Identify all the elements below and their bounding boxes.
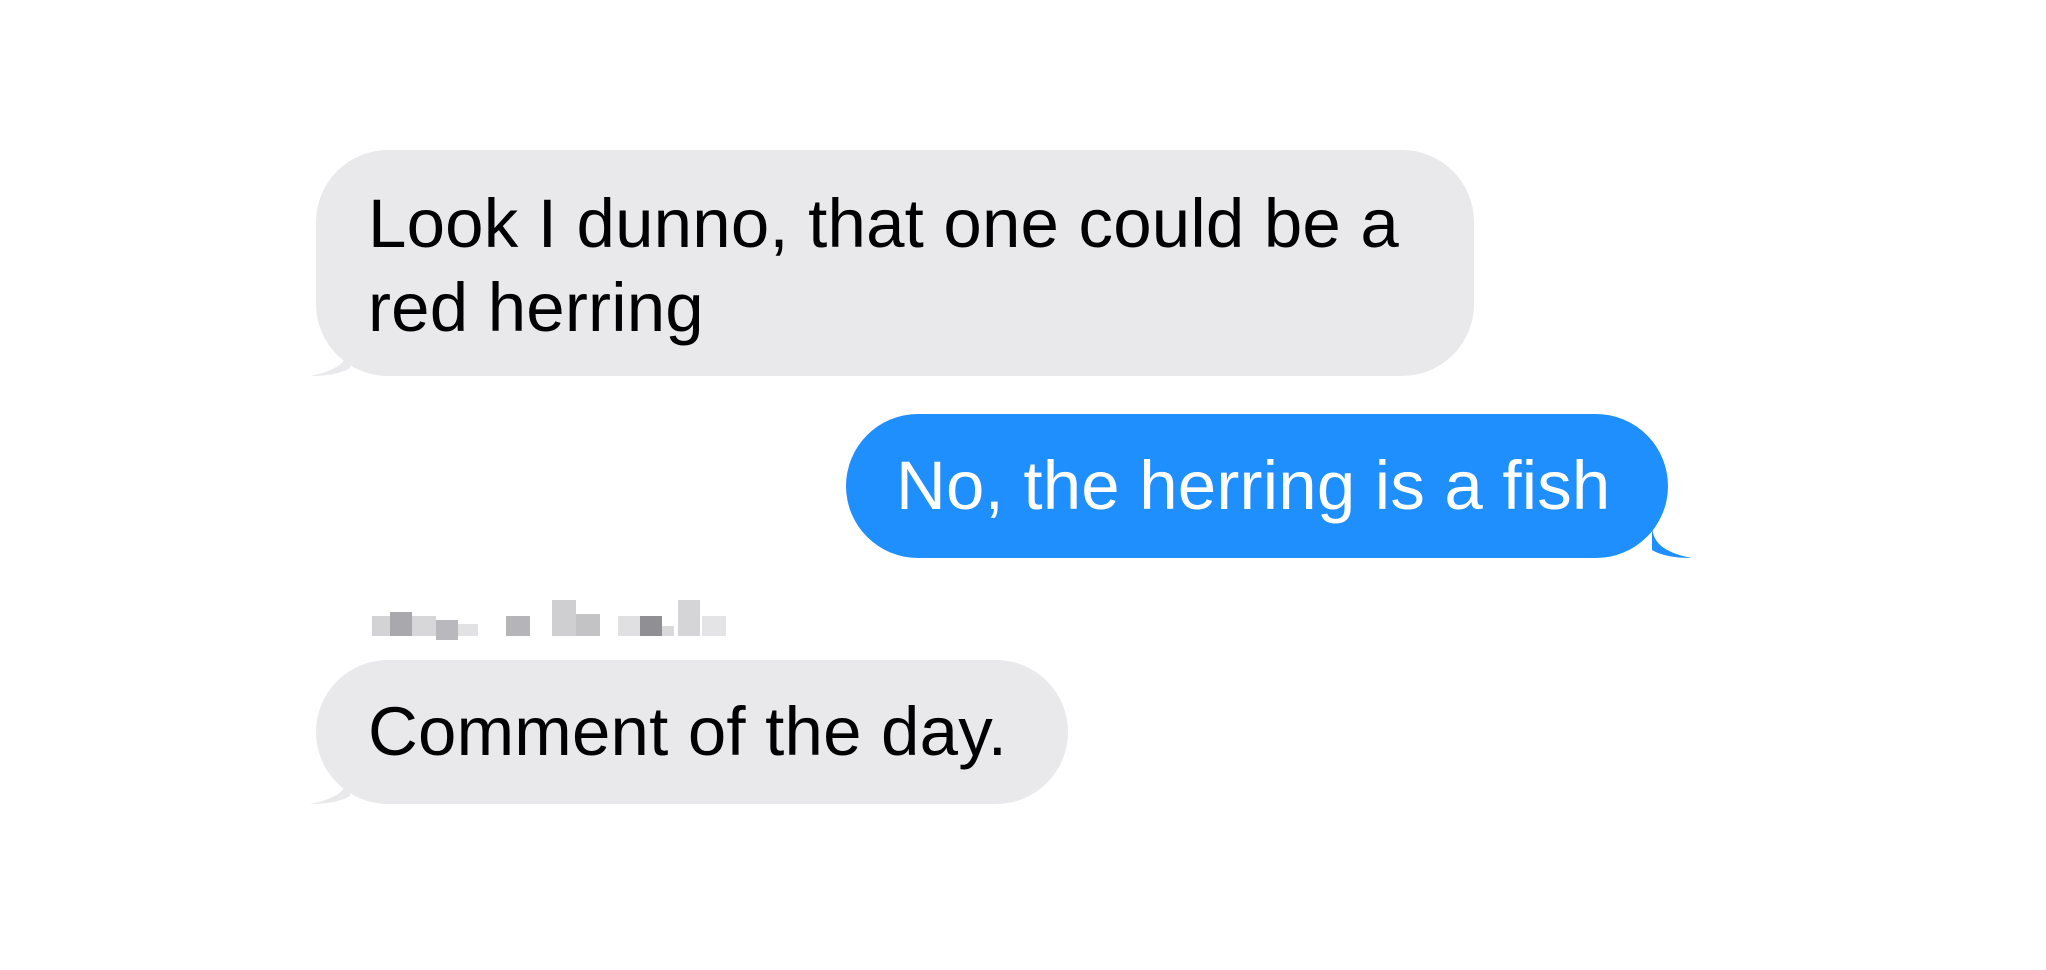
message-thread: Look I dunno, that one could be a red he… <box>0 0 2046 970</box>
bubble-tail-icon <box>310 770 350 804</box>
message-bubble-sent[interactable]: No, the herring is a fish <box>846 414 1692 558</box>
message-text: No, the herring is a fish <box>896 447 1611 524</box>
message-text: Look I dunno, that one could be a red he… <box>368 185 1399 346</box>
bubble-tail-icon <box>1652 524 1692 558</box>
message-bubble-received[interactable]: Look I dunno, that one could be a red he… <box>310 150 1474 376</box>
bubble-tail-icon <box>310 342 350 376</box>
message-text: Comment of the day. <box>368 693 1008 770</box>
sender-name-redacted <box>372 594 728 644</box>
message-bubble-received[interactable]: Comment of the day. <box>310 660 1068 804</box>
